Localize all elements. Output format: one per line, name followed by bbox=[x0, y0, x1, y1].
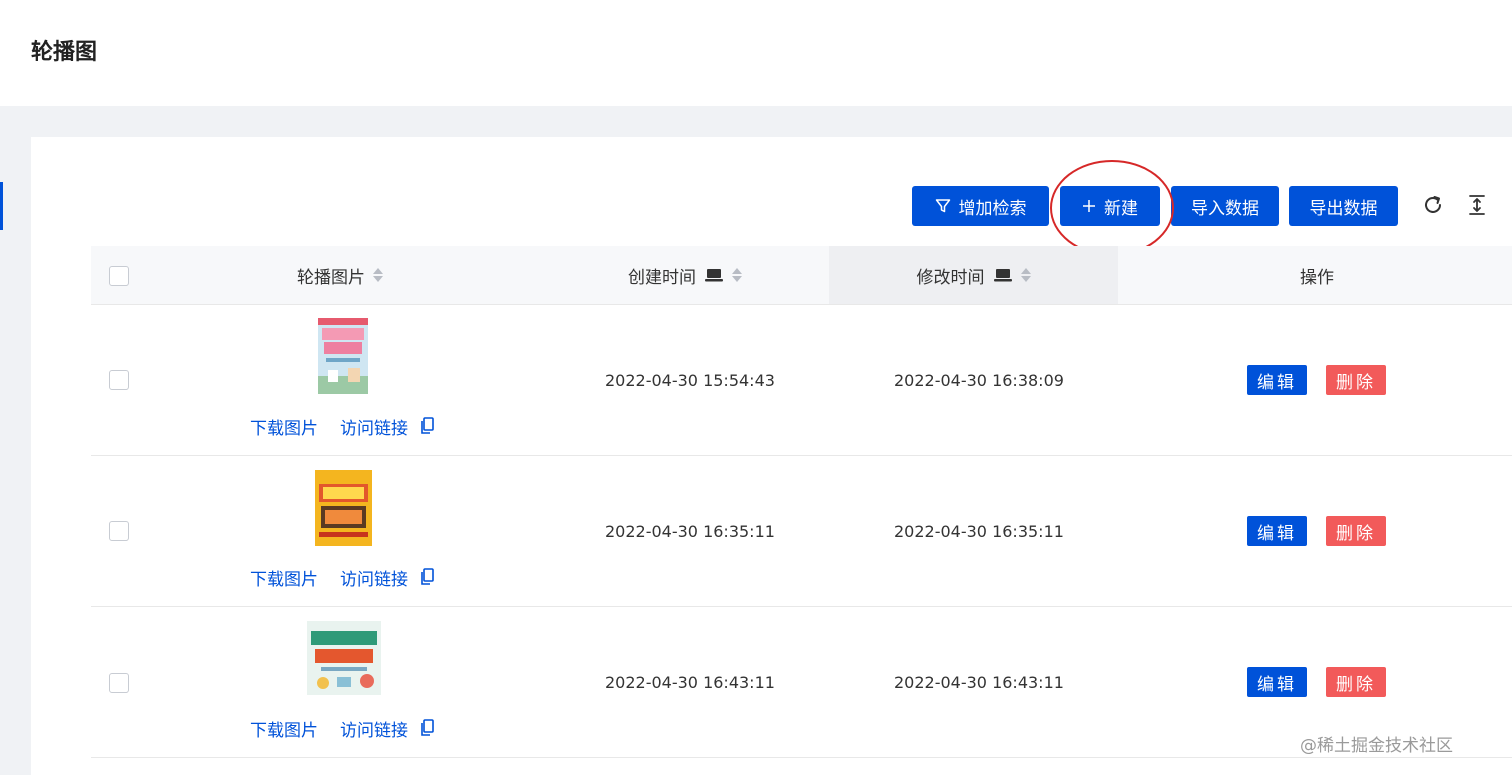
column-height-icon bbox=[1469, 195, 1485, 215]
laptop-icon bbox=[993, 269, 1012, 282]
row-divider bbox=[91, 606, 1512, 607]
add-search-button[interactable]: 增加检索 bbox=[912, 186, 1049, 226]
download-image-link[interactable]: 下载图片 bbox=[250, 565, 318, 590]
modified-time: 2022-04-30 16:38:09 bbox=[894, 371, 1064, 390]
visit-link[interactable]: 访问链接 bbox=[340, 565, 408, 590]
created-time: 2022-04-30 16:35:11 bbox=[605, 522, 775, 541]
column-header-created[interactable]: 创建时间 bbox=[540, 246, 830, 304]
row-checkbox[interactable] bbox=[109, 521, 129, 541]
sidebar-active-indicator bbox=[0, 182, 3, 230]
add-search-label: 增加检索 bbox=[958, 198, 1027, 219]
row-divider bbox=[91, 304, 1512, 305]
density-button[interactable] bbox=[1465, 193, 1489, 217]
carousel-thumbnail bbox=[307, 621, 381, 695]
copy-icon[interactable] bbox=[420, 568, 434, 586]
export-data-button[interactable]: 导出数据 bbox=[1289, 186, 1398, 226]
column-header-actions: 操作 bbox=[1118, 246, 1512, 304]
select-all-checkbox[interactable] bbox=[109, 266, 129, 286]
row-divider bbox=[91, 455, 1512, 456]
import-data-button[interactable]: 导入数据 bbox=[1171, 186, 1279, 226]
created-time: 2022-04-30 16:43:11 bbox=[605, 673, 775, 692]
watermark: @稀土掘金技术社区 bbox=[1300, 736, 1453, 756]
column-header-image[interactable]: 轮播图片 bbox=[240, 246, 440, 304]
download-image-link[interactable]: 下载图片 bbox=[250, 414, 318, 439]
copy-icon[interactable] bbox=[420, 417, 434, 435]
create-label: 新建 bbox=[1104, 198, 1138, 219]
create-button[interactable]: 新建 bbox=[1060, 186, 1160, 226]
filter-icon bbox=[935, 199, 950, 213]
column-label: 创建时间 bbox=[628, 267, 696, 288]
refresh-icon bbox=[1425, 196, 1441, 213]
delete-button[interactable]: 删除 bbox=[1326, 365, 1386, 395]
modified-time: 2022-04-30 16:35:11 bbox=[894, 522, 1064, 541]
visit-link[interactable]: 访问链接 bbox=[340, 414, 408, 439]
carousel-thumbnail bbox=[318, 318, 368, 394]
created-time: 2022-04-30 15:54:43 bbox=[605, 371, 775, 390]
visit-link[interactable]: 访问链接 bbox=[340, 716, 408, 741]
delete-button[interactable]: 删除 bbox=[1326, 667, 1386, 697]
row-checkbox[interactable] bbox=[109, 673, 129, 693]
modified-time: 2022-04-30 16:43:11 bbox=[894, 673, 1064, 692]
edit-button[interactable]: 编辑 bbox=[1247, 667, 1307, 697]
download-image-link[interactable]: 下载图片 bbox=[250, 716, 318, 741]
carousel-thumbnail bbox=[315, 470, 372, 546]
row-checkbox[interactable] bbox=[109, 370, 129, 390]
plus-icon bbox=[1083, 200, 1095, 212]
delete-button[interactable]: 删除 bbox=[1326, 516, 1386, 546]
column-header-modified[interactable]: 修改时间 bbox=[829, 246, 1118, 304]
page-header: 轮播图 bbox=[0, 0, 1512, 106]
column-label: 修改时间 bbox=[916, 267, 985, 288]
import-data-label: 导入数据 bbox=[1191, 198, 1259, 219]
copy-icon[interactable] bbox=[420, 719, 434, 737]
sort-icon bbox=[373, 268, 383, 282]
export-data-label: 导出数据 bbox=[1309, 198, 1378, 219]
refresh-button[interactable] bbox=[1421, 193, 1445, 217]
laptop-icon bbox=[705, 269, 723, 282]
edit-button[interactable]: 编辑 bbox=[1247, 365, 1307, 395]
row-divider bbox=[91, 757, 1512, 758]
sort-icon bbox=[1020, 268, 1031, 282]
column-label: 轮播图片 bbox=[297, 267, 365, 288]
page-title: 轮播图 bbox=[31, 40, 98, 65]
sort-icon bbox=[732, 268, 742, 282]
edit-button[interactable]: 编辑 bbox=[1247, 516, 1307, 546]
column-label: 操作 bbox=[1300, 267, 1334, 288]
